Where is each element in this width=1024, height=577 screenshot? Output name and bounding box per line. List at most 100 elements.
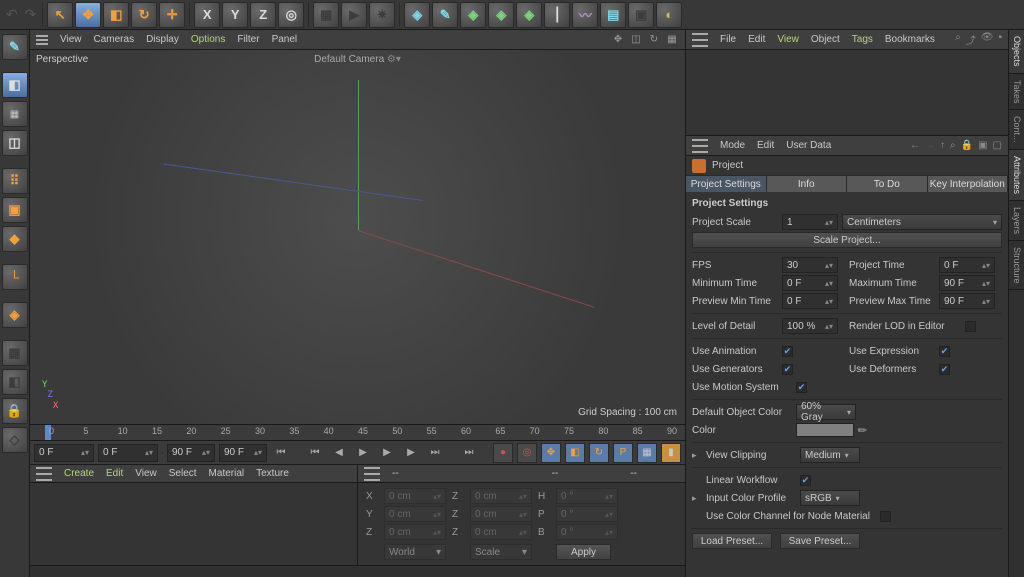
om-view[interactable]: View xyxy=(777,34,799,45)
mm-create[interactable]: Create xyxy=(64,468,94,479)
texture-mode[interactable]: ▦ xyxy=(2,101,28,127)
move-tool[interactable]: ✥ xyxy=(75,2,101,28)
mm-texture[interactable]: Texture xyxy=(256,468,289,479)
use-gen-checkbox[interactable] xyxy=(782,364,793,375)
menu-cameras[interactable]: Cameras xyxy=(94,34,135,45)
coord-apply-button[interactable]: Apply xyxy=(556,544,611,560)
lod-field[interactable]: 100 %▴▾ xyxy=(782,318,838,334)
am-dock-icon[interactable]: ▢ xyxy=(993,140,1002,151)
add-generator[interactable]: ◈ xyxy=(460,2,486,28)
autokey[interactable]: ◎ xyxy=(517,443,537,463)
am-edit[interactable]: Edit xyxy=(757,140,774,151)
rotate-tool[interactable]: ↻ xyxy=(131,2,157,28)
menu-options[interactable]: Options xyxy=(191,34,225,45)
next-key[interactable]: ⏭ xyxy=(425,443,445,463)
pos-z-field[interactable]: 0 cm▴▾ xyxy=(384,524,446,540)
z-axis-lock[interactable]: Z xyxy=(250,2,276,28)
am-fwd-icon[interactable]: → xyxy=(925,140,935,151)
recent-tool[interactable]: ✛ xyxy=(159,2,185,28)
add-environment[interactable]: ▤ xyxy=(600,2,626,28)
snap-toggle[interactable]: ▦ xyxy=(2,340,28,366)
play-backward[interactable]: ▶ xyxy=(353,443,373,463)
viewport-menu-icon[interactable] xyxy=(36,35,48,45)
om-object[interactable]: Object xyxy=(811,34,840,45)
model-mode[interactable]: ◧ xyxy=(2,72,28,98)
size-y-field[interactable]: 0 cm▴▾ xyxy=(470,506,532,522)
om-filter-icon[interactable]: ▪ xyxy=(998,32,1002,47)
key-scale[interactable]: ◧ xyxy=(565,443,585,463)
edges-mode[interactable]: ▣ xyxy=(2,197,28,223)
frame-start-field[interactable]: 0 F▴▾ xyxy=(34,444,94,462)
undo-button[interactable]: ↶ xyxy=(4,6,20,22)
min-time-field[interactable]: 0 F▴▾ xyxy=(782,275,838,291)
mm-view[interactable]: View xyxy=(135,468,157,479)
tab-key-interp[interactable]: Key Interpolation xyxy=(928,176,1009,192)
render-view[interactable]: ▦ xyxy=(313,2,339,28)
timeline-ruler[interactable]: 051015202530354045505560657075808590 xyxy=(30,425,685,441)
render-settings[interactable]: ✷ xyxy=(369,2,395,28)
fps-field[interactable]: 30▴▾ xyxy=(782,257,838,273)
make-editable[interactable]: ✎ xyxy=(2,34,28,60)
locked-workplane[interactable]: 🔒 xyxy=(2,398,28,424)
am-locate-icon[interactable]: ⌕ xyxy=(950,140,956,151)
menu-filter[interactable]: Filter xyxy=(237,34,259,45)
project-scale-unit[interactable]: Centimeters▾ xyxy=(842,214,1002,230)
am-userdata[interactable]: User Data xyxy=(786,140,831,151)
coord-system-toggle[interactable]: ◎ xyxy=(278,2,304,28)
rtab-takes[interactable]: Takes xyxy=(1009,74,1024,111)
redo-button[interactable]: ↷ xyxy=(23,6,39,22)
om-file[interactable]: File xyxy=(720,34,736,45)
play-forward[interactable]: ▶ xyxy=(377,443,397,463)
pmax-field[interactable]: 90 F▴▾ xyxy=(939,293,995,309)
coord-world-select[interactable]: World▾ xyxy=(384,544,446,560)
om-bookmarks[interactable]: Bookmarks xyxy=(885,34,935,45)
om-search-icon[interactable]: ⌕ xyxy=(955,32,961,47)
load-preset-button[interactable]: Load Preset... xyxy=(692,533,772,549)
rot-p-field[interactable]: 0 °▴▾ xyxy=(556,506,618,522)
icp-select[interactable]: sRGB▾ xyxy=(800,490,860,506)
linear-wf-checkbox[interactable] xyxy=(800,475,811,486)
add-camera[interactable]: ▣ xyxy=(628,2,654,28)
viewport-solo[interactable]: ◈ xyxy=(2,302,28,328)
use-mot-checkbox[interactable] xyxy=(796,382,807,393)
y-axis-lock[interactable]: Y xyxy=(222,2,248,28)
mm-select[interactable]: Select xyxy=(169,468,197,479)
am-up-icon[interactable]: ↑ xyxy=(940,140,945,151)
rot-h-field[interactable]: 0 °▴▾ xyxy=(556,488,618,504)
select-tool[interactable]: ↖ xyxy=(47,2,73,28)
coord-scale-select[interactable]: Scale▾ xyxy=(470,544,532,560)
render-lod-checkbox[interactable] xyxy=(965,321,976,332)
color-swatch[interactable] xyxy=(796,423,854,437)
preview-from-field[interactable]: 0 F▴▾ xyxy=(98,444,158,462)
scale-project-button[interactable]: Scale Project... xyxy=(692,232,1002,248)
workplane[interactable]: ◧ xyxy=(2,369,28,395)
def-color-select[interactable]: 60% Gray▾ xyxy=(796,404,856,420)
use-def-checkbox[interactable] xyxy=(939,364,950,375)
vp-move-icon[interactable]: ✥ xyxy=(611,33,625,47)
vp-rotate-icon[interactable]: ↻ xyxy=(647,33,661,47)
points-mode[interactable]: ⠿ xyxy=(2,168,28,194)
goto-end[interactable]: ⏭ xyxy=(459,443,479,463)
view-clip-select[interactable]: Medium▾ xyxy=(800,447,860,463)
rtab-attributes[interactable]: Attributes xyxy=(1009,150,1024,201)
perspective-viewport[interactable]: Perspective Default Camera ⚙︎▾ Y Z X Gri… xyxy=(30,50,685,425)
coord-menu-icon[interactable] xyxy=(364,467,380,481)
add-volume[interactable]: ◈ xyxy=(516,2,542,28)
planar-workplane[interactable]: ◇ xyxy=(2,427,28,453)
use-expr-checkbox[interactable] xyxy=(939,346,950,357)
mm-material[interactable]: Material xyxy=(209,468,245,479)
size-x-field[interactable]: 0 cm▴▾ xyxy=(470,488,532,504)
rtab-layers[interactable]: Layers xyxy=(1009,201,1024,241)
key-pos[interactable]: ✥ xyxy=(541,443,561,463)
render-picture[interactable]: ▶ xyxy=(341,2,367,28)
workplane-mode[interactable]: ◫ xyxy=(2,130,28,156)
rtab-structure[interactable]: Structure xyxy=(1009,241,1024,291)
rtab-cont[interactable]: Cont... xyxy=(1009,110,1024,150)
add-primitive[interactable]: ◈ xyxy=(404,2,430,28)
om-tags[interactable]: Tags xyxy=(852,34,873,45)
x-axis-lock[interactable]: X xyxy=(194,2,220,28)
goto-start[interactable]: ⏮ xyxy=(271,443,291,463)
pos-y-field[interactable]: 0 cm▴▾ xyxy=(384,506,446,522)
menu-panel[interactable]: Panel xyxy=(272,34,298,45)
key-pla[interactable]: ▦ xyxy=(637,443,657,463)
